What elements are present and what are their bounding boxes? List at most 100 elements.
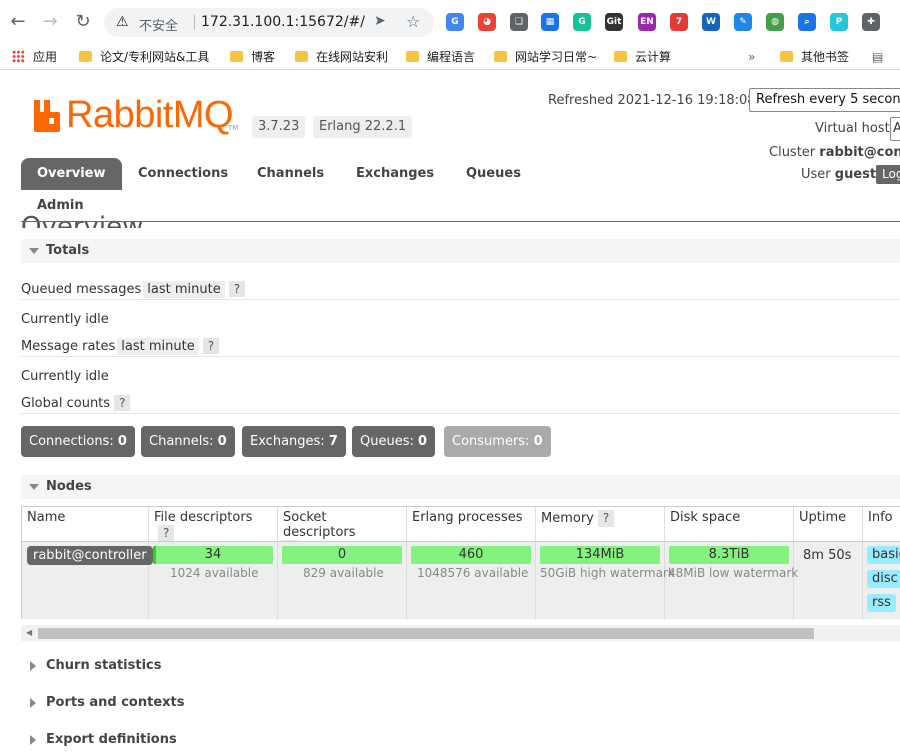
grammarly-extension-icon[interactable]: G xyxy=(573,13,591,31)
help-button[interactable]: ? xyxy=(114,395,131,411)
bookmark-label: 在线网站安利 xyxy=(316,50,389,64)
section-heading: Churn statistics xyxy=(46,658,162,673)
p-extension-icon[interactable]: P xyxy=(830,13,848,31)
horizontal-scrollbar[interactable]: ◀ xyxy=(21,625,900,641)
global-counts-row: Global counts? xyxy=(21,395,131,411)
folder-icon xyxy=(780,51,793,62)
queues-count-button[interactable]: Queues: 0 xyxy=(352,426,436,457)
bookmark-folder[interactable]: 编程语言 xyxy=(406,48,475,66)
bookmarks-overflow[interactable]: » xyxy=(748,48,755,66)
counter-label: Connections: xyxy=(29,434,114,449)
node-name-cell: rabbit@controller xyxy=(22,542,153,620)
red-circle-extension-icon[interactable]: 7 xyxy=(670,13,688,31)
section-heading: Ports and contexts xyxy=(46,695,185,710)
queued-messages-label: Queued messages xyxy=(21,282,142,297)
counter-value: 7 xyxy=(328,434,338,449)
info-tag-disc[interactable]: disc xyxy=(867,570,900,588)
grid-extension-icon[interactable]: ▦ xyxy=(541,13,559,31)
folder-icon xyxy=(406,51,419,62)
tab-channels[interactable]: Channels xyxy=(241,158,340,190)
tabs-divider xyxy=(21,221,900,222)
omnibox-divider xyxy=(194,15,195,30)
disk-space-bar: 8.3TiB xyxy=(669,546,789,564)
bookmark-folder[interactable]: 博客 xyxy=(230,48,275,66)
counter-value: 0 xyxy=(533,434,543,449)
memory-cell: 134MiB 50GiB high watermark xyxy=(536,542,675,620)
colorful-extension-icon[interactable]: ◕ xyxy=(478,13,496,31)
totals-section-header[interactable]: Totals xyxy=(21,239,900,263)
refresh-interval-select[interactable]: Refresh every 5 seconds xyxy=(749,88,900,112)
bookmark-apps[interactable]: 应用 xyxy=(12,48,57,66)
bar-value: 460 xyxy=(458,547,484,562)
queued-idle-text: Currently idle xyxy=(21,312,109,327)
column-header-erlang-processes: Erlang processes xyxy=(407,507,536,541)
help-button[interactable]: ? xyxy=(158,525,175,542)
bar-value: 34 xyxy=(204,547,222,562)
exchanges-count-button[interactable]: Exchanges: 7 xyxy=(242,426,346,457)
nodes-section-header[interactable]: Nodes xyxy=(21,475,900,499)
folder-icon xyxy=(614,51,627,62)
en-extension-icon[interactable]: EN xyxy=(638,13,656,31)
bookmark-extension-icon[interactable]: ❏ xyxy=(510,13,528,31)
consumers-count-badge: Consumers: 0 xyxy=(444,426,551,457)
column-header-memory: Memory? xyxy=(536,507,665,541)
logout-button[interactable]: Log xyxy=(876,165,900,184)
back-icon[interactable]: ← xyxy=(8,12,28,32)
pen-extension-icon[interactable]: ✎ xyxy=(734,13,752,31)
search-extension-icon[interactable]: ⌕ xyxy=(798,13,816,31)
word-extension-icon[interactable]: W xyxy=(702,13,720,31)
url-text[interactable]: 172.31.100.1:15672/#/ xyxy=(201,14,365,30)
connections-count-button[interactable]: Connections: 0 xyxy=(21,426,135,457)
info-tag-rss[interactable]: rss xyxy=(867,594,896,612)
section-heading: Export definitions xyxy=(46,732,177,747)
user-label: User xyxy=(801,167,831,182)
address-bar[interactable]: ⚠ 不安全 172.31.100.1:15672/#/ ➤ ☆ xyxy=(104,8,434,37)
virtual-host-select[interactable]: A xyxy=(890,117,900,141)
totals-heading: Totals xyxy=(46,243,90,258)
reading-list-icon[interactable]: ▤ xyxy=(872,48,883,66)
counter-value: 0 xyxy=(117,434,127,449)
folder-icon xyxy=(494,51,507,62)
export-definitions-section-header[interactable]: Export definitions xyxy=(21,728,177,752)
tab-connections[interactable]: Connections xyxy=(122,158,244,190)
info-tag-basic[interactable]: basic xyxy=(867,546,900,564)
help-button[interactable]: ? xyxy=(228,281,246,297)
ports-contexts-section-header[interactable]: Ports and contexts xyxy=(21,691,184,715)
scrollbar-thumb[interactable] xyxy=(38,628,814,639)
gitzip-extension-icon[interactable]: Git xyxy=(605,13,623,31)
cluster-info: Cluster rabbit@contr xyxy=(769,145,900,160)
scroll-left-icon[interactable]: ◀ xyxy=(26,628,32,637)
bookmark-folder[interactable]: 论文/专利网站&工具 xyxy=(79,48,209,66)
tab-queues[interactable]: Queues xyxy=(450,158,537,190)
globe-extension-icon[interactable]: ◍ xyxy=(766,13,784,31)
table-row: rabbit@controller 34 1024 available 0 82… xyxy=(22,541,900,620)
star-icon[interactable]: ☆ xyxy=(406,12,420,31)
bookmark-label: 论文/专利网站&工具 xyxy=(100,50,210,64)
churn-statistics-section-header[interactable]: Churn statistics xyxy=(21,654,162,678)
help-button[interactable]: ? xyxy=(202,338,220,354)
forward-icon[interactable]: → xyxy=(40,12,60,32)
bookmark-folder[interactable]: 云计算 xyxy=(614,48,671,66)
queued-range-pill[interactable]: last minute xyxy=(143,281,225,298)
puzzle-extension-icon[interactable]: ✚ xyxy=(862,13,880,31)
folder-icon xyxy=(79,51,92,62)
bookmark-label: 其他书签 xyxy=(801,50,850,64)
help-button[interactable]: ? xyxy=(597,510,615,527)
tab-exchanges[interactable]: Exchanges xyxy=(340,158,450,190)
counter-value: 0 xyxy=(217,434,227,449)
bookmark-folder[interactable]: 网站学习日常~ xyxy=(494,48,597,66)
channels-count-button[interactable]: Channels: 0 xyxy=(141,426,235,457)
node-name-link[interactable]: rabbit@controller xyxy=(27,546,153,565)
translate-extension-icon[interactable]: G xyxy=(446,13,464,31)
version-badge: 3.7.23 xyxy=(252,116,306,138)
tab-overview[interactable]: Overview xyxy=(21,158,122,190)
column-header-label: Memory xyxy=(541,511,594,526)
bookmark-folder[interactable]: 其他书签 xyxy=(780,48,849,66)
rates-range-pill[interactable]: last minute xyxy=(117,338,199,355)
message-rates-label: Message rates xyxy=(21,339,116,354)
column-header-socket-descriptors: Socket descriptors? xyxy=(278,507,407,557)
counter-label: Consumers: xyxy=(452,434,530,449)
send-icon[interactable]: ➤ xyxy=(374,13,386,29)
reload-icon[interactable]: ↻ xyxy=(73,12,93,32)
bookmark-folder[interactable]: 在线网站安利 xyxy=(295,48,388,66)
